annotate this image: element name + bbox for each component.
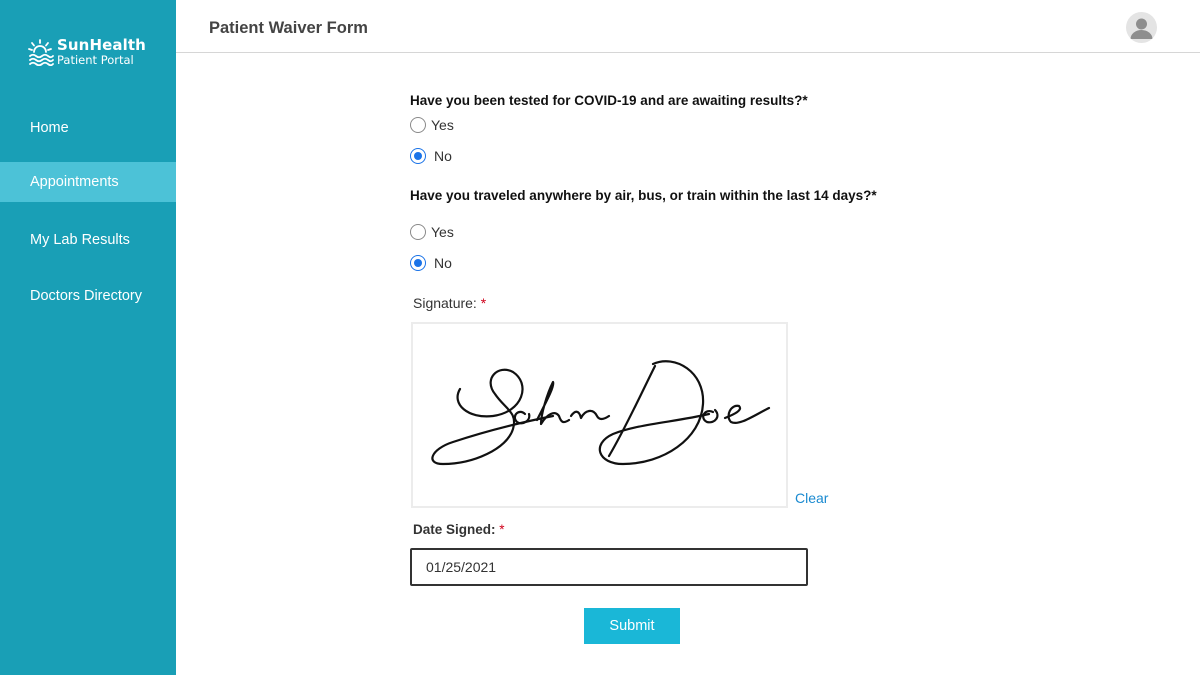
required-mark: * [802,93,808,108]
sidebar-item-label: Appointments [30,174,119,190]
app-root: SunHealth Patient Portal Home Appointmen… [0,0,1200,675]
radio-travel-no[interactable]: No [410,255,452,271]
page-title: Patient Waiver Form [209,19,368,37]
date-signed-label: Date Signed: * [413,522,505,537]
sidebar-item-label: My Lab Results [30,232,130,248]
required-mark: * [871,188,877,203]
brand-subtitle: Patient Portal [57,53,134,67]
signature-pad[interactable] [411,322,788,508]
question-text: Have you been tested for COVID-19 and ar… [410,93,803,108]
sidebar-item-label: Doctors Directory [30,288,142,304]
radio-button[interactable] [410,224,426,240]
radio-label: No [434,148,452,164]
sidebar: SunHealth Patient Portal Home Appointmen… [0,0,176,675]
brand-logo[interactable]: SunHealth Patient Portal [28,38,146,67]
radio-travel-yes[interactable]: Yes [410,224,454,240]
signature-label-text: Signature: [413,295,477,311]
brand-name: SunHealth [57,36,146,54]
radio-label: Yes [431,117,454,133]
radio-button[interactable] [410,117,426,133]
sidebar-item-my-lab-results[interactable]: My Lab Results [0,220,176,260]
radio-button-checked[interactable] [410,148,426,164]
sidebar-item-label: Home [30,120,69,136]
person-icon [1130,18,1153,39]
radio-label: Yes [431,224,454,240]
signature-label: Signature: * [413,295,486,311]
radio-covid-no[interactable]: No [410,148,452,164]
top-header: Patient Waiver Form [176,0,1200,53]
signature-clear-link[interactable]: Clear [795,490,828,506]
required-mark: * [499,522,505,537]
date-signed-label-text: Date Signed: [413,522,496,537]
date-signed-input[interactable] [410,548,808,586]
user-avatar-icon[interactable] [1126,12,1157,43]
sidebar-item-home[interactable]: Home [0,108,176,148]
question-text: Have you traveled anywhere by air, bus, … [410,188,872,203]
required-mark: * [480,295,487,311]
question-travel: Have you traveled anywhere by air, bus, … [410,188,877,203]
radio-button-checked[interactable] [410,255,426,271]
radio-label: No [434,255,452,271]
sidebar-item-doctors-directory[interactable]: Doctors Directory [0,276,176,316]
sidebar-item-appointments[interactable]: Appointments [0,162,176,202]
signature-drawing [431,360,771,466]
sun-waves-logo-icon [28,39,54,66]
submit-button[interactable]: Submit [584,608,680,644]
question-covid-test: Have you been tested for COVID-19 and ar… [410,93,808,108]
radio-covid-yes[interactable]: Yes [410,117,454,133]
